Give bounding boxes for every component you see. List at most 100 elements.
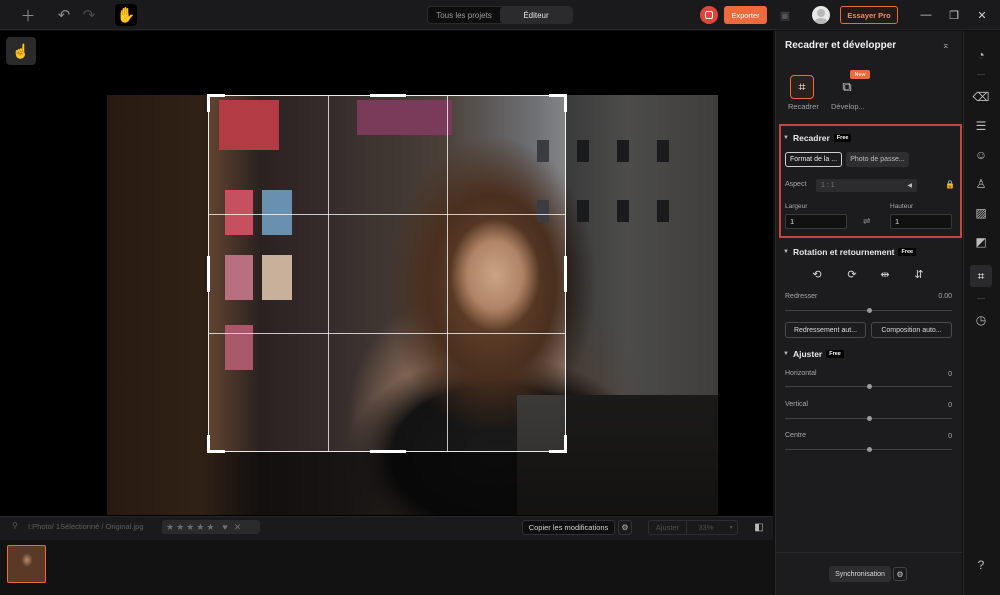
eraser-icon[interactable]: ⌫ (971, 87, 991, 107)
try-pro-button[interactable]: Essayer Pro (840, 6, 898, 24)
heart-icon[interactable]: ♥ (222, 522, 227, 532)
crop-handle-bottom-left[interactable] (207, 435, 210, 453)
flip-horizontal-icon[interactable]: ⇹ (878, 267, 892, 281)
aspect-select[interactable]: 1 : 1 ◀ (816, 179, 917, 192)
crop-tool-icon[interactable]: ⌗ (970, 265, 992, 287)
width-label: Largeur (785, 203, 808, 210)
zoom-level[interactable]: 33% (687, 521, 725, 534)
chevron-down-icon[interactable]: ▾ (725, 521, 737, 534)
auto-straighten-button[interactable]: Redressement aut... (785, 322, 866, 338)
filmstrip (0, 540, 773, 595)
auto-compose-button[interactable]: Composition auto... (871, 322, 952, 338)
history-icon[interactable]: ◷ (971, 310, 991, 330)
touch-tool-icon[interactable]: ☝ (6, 37, 36, 65)
tab-all-projects[interactable]: Tous les projets (428, 7, 500, 23)
collapse-triangle-icon: ▼ (783, 351, 789, 357)
vertical-value: 0 (948, 402, 952, 409)
rotation-section-header[interactable]: ▼ Rotation et retournement Free (783, 247, 917, 257)
mask-icon[interactable]: ◩ (971, 232, 991, 252)
crop-handle-left[interactable] (207, 256, 210, 292)
horizontal-slider[interactable] (785, 384, 952, 389)
undo-icon[interactable]: ↶ (54, 5, 74, 25)
star-icon[interactable]: ★ (196, 522, 204, 533)
mode-crop-label: Recadrer (788, 102, 819, 111)
copy-settings-icon[interactable]: ⚙ (618, 520, 632, 535)
flip-vertical-icon[interactable]: ⇵ (912, 267, 926, 281)
ai-tools-icon[interactable]: ◔ (971, 45, 991, 65)
filter-icon[interactable]: ⚲ (12, 521, 18, 530)
crop-handle-right[interactable] (564, 256, 567, 292)
divider (775, 552, 962, 553)
adjust-sliders-icon[interactable]: ☰ (971, 116, 991, 136)
copy-edits-button[interactable]: Copier les modifications (522, 520, 615, 535)
slider-thumb[interactable] (867, 384, 872, 389)
crop-handle-bottom[interactable] (370, 450, 406, 453)
restore-icon[interactable]: ❐ (946, 7, 962, 23)
add-icon[interactable]: ＋ (18, 5, 38, 25)
record-icon (705, 11, 713, 19)
crop-frame[interactable] (207, 94, 567, 453)
file-path: I:Photo/ 1Sélectionné / Original.jpg (28, 522, 144, 531)
crop-grid-line (328, 96, 329, 451)
tab-editor[interactable]: Éditeur (500, 7, 572, 23)
minimize-icon[interactable]: — (918, 7, 934, 23)
crop-handle-top-left[interactable] (207, 94, 210, 112)
crop-mask-right (566, 95, 718, 515)
rotate-right-icon[interactable]: ⟳ (845, 267, 859, 281)
filmstrip-thumbnail[interactable] (7, 545, 46, 583)
image-icon[interactable]: ▨ (971, 203, 991, 223)
collapse-triangle-icon: ▼ (783, 249, 789, 255)
centre-slider[interactable] (785, 447, 952, 452)
reject-icon[interactable]: ✕ (234, 522, 242, 533)
body-icon[interactable]: ♙ (971, 174, 991, 194)
slider-thumb[interactable] (867, 416, 872, 421)
sync-button[interactable]: Synchronisation (829, 566, 891, 582)
ajuster-section-header[interactable]: ▼ Ajuster Free (783, 349, 844, 359)
star-rating[interactable]: ★ ★ ★ ★ ★ ♥ ✕ (162, 520, 260, 534)
face-retouch-icon[interactable]: ☺ (971, 145, 991, 165)
fit-button[interactable]: Ajuster (649, 521, 687, 534)
rotate-left-icon[interactable]: ⟲ (810, 267, 824, 281)
format-button[interactable]: Format de la ... (785, 152, 842, 167)
zoom-control[interactable]: Ajuster 33% ▾ (648, 520, 738, 535)
close-icon[interactable]: ✕ (974, 7, 990, 23)
avatar[interactable] (812, 6, 830, 24)
aspect-value: 1 : 1 (821, 182, 835, 189)
crop-handle-top-right[interactable] (564, 94, 567, 112)
record-button[interactable] (700, 6, 718, 24)
star-icon[interactable]: ★ (176, 522, 184, 533)
collapse-icon[interactable]: ⌅ (942, 40, 950, 51)
collapse-triangle-icon: ▼ (783, 135, 789, 141)
hand-tool-button[interactable]: ✋ (115, 4, 137, 26)
lock-icon[interactable]: 🔒 (945, 180, 955, 189)
width-input[interactable]: 1 (785, 214, 847, 229)
panel-title: Recadrer et développer (785, 40, 897, 51)
compare-icon[interactable]: ◧ (753, 520, 765, 534)
export-button[interactable]: Exporter (724, 6, 767, 24)
slider-thumb[interactable] (867, 447, 872, 452)
mode-crop-button[interactable]: ⌗ (790, 75, 814, 99)
passport-photo-button[interactable]: Photo de passe... (846, 152, 909, 167)
redo-icon[interactable]: ↷ (79, 5, 99, 25)
star-icon[interactable]: ★ (166, 522, 174, 533)
slider-thumb[interactable] (867, 308, 872, 313)
divider (977, 298, 985, 299)
swap-icon[interactable]: ⇌ (863, 216, 871, 227)
share-icon[interactable]: ▣ (778, 8, 792, 22)
sync-settings-icon[interactable]: ⚙ (893, 567, 907, 581)
vertical-slider[interactable] (785, 416, 952, 421)
crop-handle-top[interactable] (370, 94, 406, 97)
centre-value: 0 (948, 433, 952, 440)
star-icon[interactable]: ★ (206, 522, 214, 533)
help-icon[interactable]: ? (971, 555, 991, 575)
horizontal-label: Horizontal (785, 370, 817, 377)
height-input[interactable]: 1 (890, 214, 952, 229)
crop-grid-line (447, 96, 448, 451)
hand-icon: ✋ (116, 7, 136, 24)
straighten-slider[interactable] (785, 308, 952, 313)
star-icon[interactable]: ★ (186, 522, 194, 533)
recadrer-title: Recadrer (792, 133, 830, 143)
recadrer-section-header[interactable]: ▼ Recadrer Free (783, 133, 852, 143)
crop-handle-bottom-right[interactable] (564, 435, 567, 453)
crop-mask-bottom (208, 452, 566, 515)
